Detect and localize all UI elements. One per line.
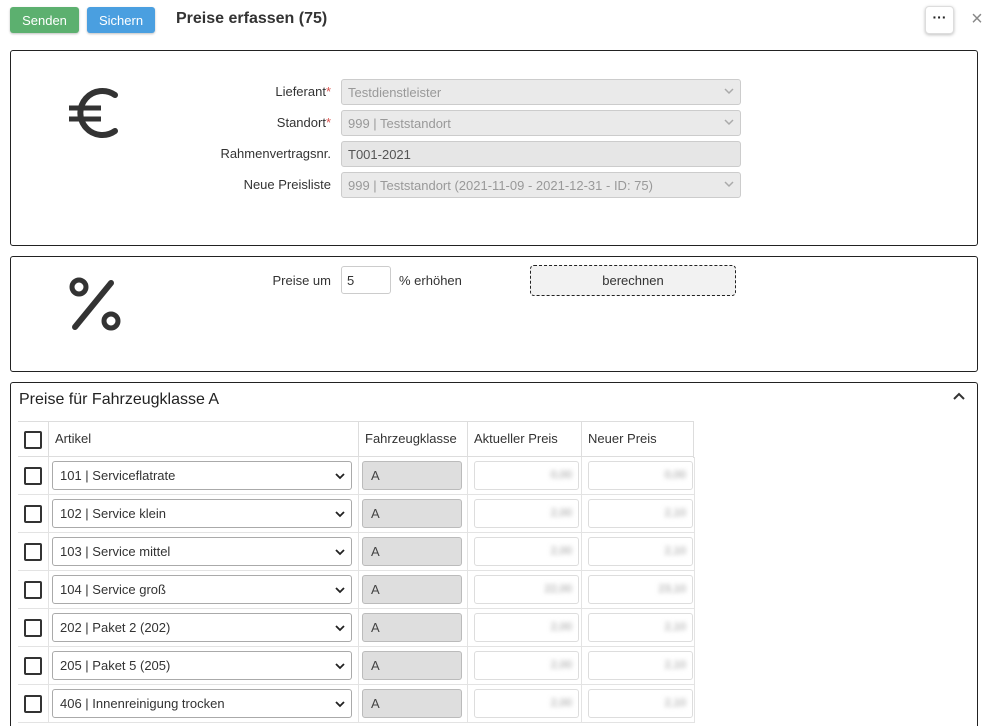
article-select[interactable]: 103 | Service mittel — [52, 537, 352, 566]
current-price-field[interactable]: 0,00 — [474, 461, 579, 490]
new-price-field[interactable]: 2,10 — [588, 613, 693, 642]
vehicle-class-field: A — [362, 689, 462, 718]
section-title: Preise für Fahrzeugklasse A — [19, 391, 220, 408]
column-header: Neuer Preis — [581, 422, 694, 458]
current-price-field[interactable]: 2,00 — [474, 613, 579, 642]
increase-label: Preise um — [272, 273, 331, 288]
row-checkbox[interactable] — [24, 581, 42, 599]
vehicle-class-field: A — [362, 575, 462, 604]
more-options-button[interactable]: ··· — [925, 6, 954, 34]
chevron-down-icon — [335, 511, 345, 518]
row-checkbox[interactable] — [24, 695, 42, 713]
table-row: 103 | Service mittel A 2,00 2,10 — [18, 533, 695, 571]
current-price-field[interactable]: 22,00 — [474, 575, 579, 604]
current-price-field[interactable]: 2,00 — [474, 651, 579, 680]
top-toolbar: Senden Sichern Preise erfassen (75) ··· … — [0, 0, 991, 40]
new-price-field[interactable]: 2,10 — [588, 651, 693, 680]
article-select[interactable]: 205 | Paket 5 (205) — [52, 651, 352, 680]
supplier-select[interactable]: Testdienstleister — [341, 79, 741, 105]
vehicle-class-field: A — [362, 537, 462, 566]
article-select[interactable]: 202 | Paket 2 (202) — [52, 613, 352, 642]
table-row: 202 | Paket 2 (202) A 2,00 2,10 — [18, 609, 695, 647]
vehicle-class-field: A — [362, 651, 462, 680]
vehicle-class-field: A — [362, 499, 462, 528]
article-select[interactable]: 102 | Service klein — [52, 499, 352, 528]
chevron-down-icon — [335, 663, 345, 670]
select-all-checkbox[interactable] — [24, 431, 42, 449]
chevron-down-icon — [335, 473, 345, 480]
location-label: Standort* — [276, 115, 331, 130]
table-header: Artikel Fahrzeugklasse Aktueller Preis N… — [18, 421, 694, 458]
new-price-field[interactable]: 0,00 — [588, 461, 693, 490]
table-row: 102 | Service klein A 2,00 2,10 — [18, 495, 695, 533]
percent-suffix: % erhöhen — [399, 273, 462, 288]
table-row: 406 | Innenreinigung trocken A 2,00 2,10 — [18, 685, 695, 723]
calculate-button[interactable]: berechnen — [530, 265, 736, 296]
euro-icon — [69, 88, 118, 138]
article-select[interactable]: 406 | Innenreinigung trocken — [52, 689, 352, 718]
chevron-down-icon — [335, 587, 345, 594]
pricelist-label: Neue Preisliste — [243, 177, 331, 192]
percent-input[interactable]: 5 — [341, 266, 391, 294]
supplier-label: Lieferant* — [275, 84, 331, 99]
current-price-field[interactable]: 2,00 — [474, 689, 579, 718]
increase-panel: Preise um 5 % erhöhen berechnen — [10, 256, 978, 372]
column-header: Aktueller Preis — [467, 422, 581, 458]
column-header: Artikel — [48, 422, 358, 458]
location-select[interactable]: 999 | Teststandort — [341, 110, 741, 136]
vehicle-class-field: A — [362, 613, 462, 642]
chevron-down-icon — [724, 181, 734, 188]
send-button[interactable]: Senden — [10, 7, 79, 33]
prices-panel: Preise für Fahrzeugklasse A Artikel Fahr… — [10, 382, 978, 726]
contract-label: Rahmenvertragsnr. — [220, 146, 331, 161]
pricelist-select[interactable]: 999 | Teststandort (2021-11-09 - 2021-12… — [341, 172, 741, 198]
new-price-field[interactable]: 2,10 — [588, 689, 693, 718]
save-button[interactable]: Sichern — [87, 7, 155, 33]
column-header: Fahrzeugklasse — [358, 422, 467, 458]
chevron-down-icon — [724, 119, 734, 126]
table-row: 205 | Paket 5 (205) A 2,00 2,10 — [18, 647, 695, 685]
chevron-down-icon — [335, 549, 345, 556]
row-checkbox[interactable] — [24, 467, 42, 485]
new-price-field[interactable]: 2,10 — [588, 499, 693, 528]
new-price-field[interactable]: 2,10 — [588, 537, 693, 566]
current-price-field[interactable]: 2,00 — [474, 537, 579, 566]
row-checkbox[interactable] — [24, 657, 42, 675]
supplier-panel: Lieferant* Testdienstleister Standort* 9… — [10, 50, 978, 246]
table-row: 101 | Serviceflatrate A 0,00 0,00 — [18, 457, 695, 495]
new-price-field[interactable]: 23,10 — [588, 575, 693, 604]
vehicle-class-field: A — [362, 461, 462, 490]
table-row: 104 | Service groß A 22,00 23,10 — [18, 571, 695, 609]
current-price-field[interactable]: 2,00 — [474, 499, 579, 528]
chevron-up-icon[interactable] — [951, 389, 967, 405]
chevron-down-icon — [724, 88, 734, 95]
page-title: Preise erfassen (75) — [176, 10, 328, 27]
contract-field[interactable]: T001-2021 — [341, 141, 741, 167]
close-icon[interactable]: × — [968, 8, 986, 30]
row-checkbox[interactable] — [24, 543, 42, 561]
chevron-down-icon — [335, 625, 345, 632]
article-select[interactable]: 104 | Service groß — [52, 575, 352, 604]
row-checkbox[interactable] — [24, 619, 42, 637]
chevron-down-icon — [335, 701, 345, 708]
percent-icon — [69, 277, 121, 331]
row-checkbox[interactable] — [24, 505, 42, 523]
article-select[interactable]: 101 | Serviceflatrate — [52, 461, 352, 490]
